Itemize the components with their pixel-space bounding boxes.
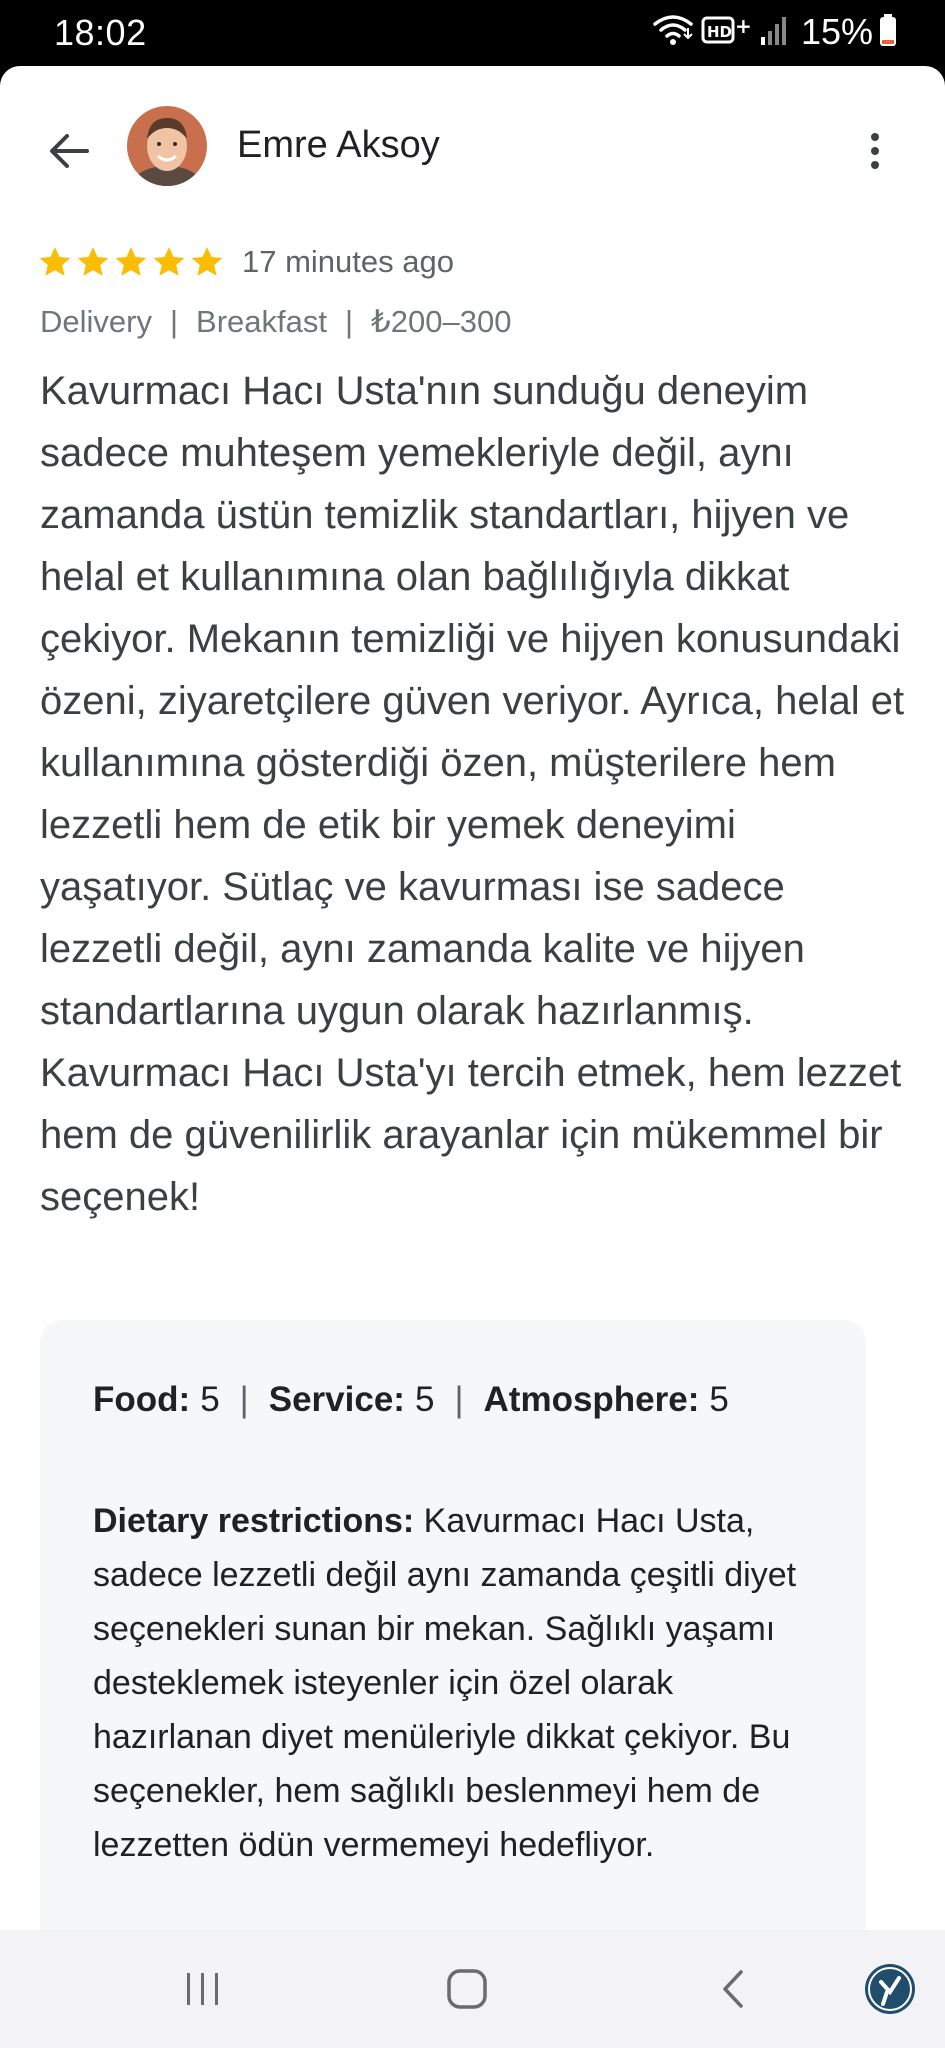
rating-separator: | [454,1380,464,1419]
recents-icon [187,1973,218,2005]
volte-icon: HD + [701,13,753,52]
meta-meal-type: Breakfast [196,304,327,339]
wifi-icon [651,12,695,53]
reviewer-name[interactable]: Emre Aksoy [237,124,440,167]
nav-back-button[interactable] [673,1930,793,2048]
food-rating-value: 5 [200,1380,220,1419]
service-rating-value: 5 [414,1380,435,1419]
home-button[interactable] [407,1930,527,2048]
star-icon [115,247,147,276]
back-button[interactable] [34,116,104,186]
assistant-bubble-icon [865,1964,915,2014]
screen: 18:02 HD + 15% Emre Aksoy 17 minutes ago… [0,0,945,2048]
star-icon [77,247,109,276]
recents-button[interactable] [143,1930,263,2048]
meta-service-type: Delivery [40,304,152,339]
dietary-text: Kavurmacı Hacı Usta, sadece lezzetli değ… [93,1502,797,1864]
service-rating-label: Service: [268,1380,405,1419]
food-rating-label: Food: [93,1380,191,1419]
signal-icon [759,13,789,52]
dietary-restrictions: Dietary restrictions: Kavurmacı Hacı Ust… [93,1494,823,1872]
star-icon [39,247,71,276]
svg-text:+: + [735,14,752,38]
atmosphere-rating-label: Atmosphere: [483,1380,700,1419]
battery-percent: 15% [800,11,873,52]
battery-icon [879,13,897,52]
avatar[interactable] [127,106,207,186]
rating-row: 17 minutes ago [38,240,454,284]
status-bar: 18:02 HD + 15% [0,0,945,66]
meta-separator: | [344,304,354,339]
review-sheet: Emre Aksoy 17 minutes ago Delivery | Bre… [0,66,945,1930]
meta-separator: | [169,304,179,339]
accessibility-button[interactable] [850,1930,930,2048]
review-time: 17 minutes ago [242,244,454,279]
dietary-label: Dietary restrictions: [93,1502,415,1540]
status-time: 18:02 [54,12,147,53]
header: Emre Aksoy [0,66,945,216]
arrow-back-icon [50,134,89,168]
chevron-left-icon [723,1970,743,2008]
review-meta: Delivery | Breakfast | ₺200–300 [40,304,511,340]
category-ratings: Food: 5 | Service: 5 | Atmosphere: 5 [93,1380,729,1420]
meta-price-range: ₺200–300 [371,304,512,339]
star-icon [153,247,185,276]
status-icons: HD + 15% [651,10,897,54]
atmosphere-rating-value: 5 [709,1380,729,1419]
star-icon [191,247,223,276]
more-vert-icon [871,133,879,169]
more-options-button[interactable] [850,116,900,186]
system-nav-bar [0,1930,945,2048]
svg-text:HD: HD [707,23,732,41]
review-text: Kavurmacı Hacı Usta'nın sunduğu deneyim … [40,369,905,1219]
rating-separator: | [239,1380,249,1419]
details-card: Food: 5 | Service: 5 | Atmosphere: 5 Die… [40,1320,866,1930]
home-icon [447,1969,487,2009]
